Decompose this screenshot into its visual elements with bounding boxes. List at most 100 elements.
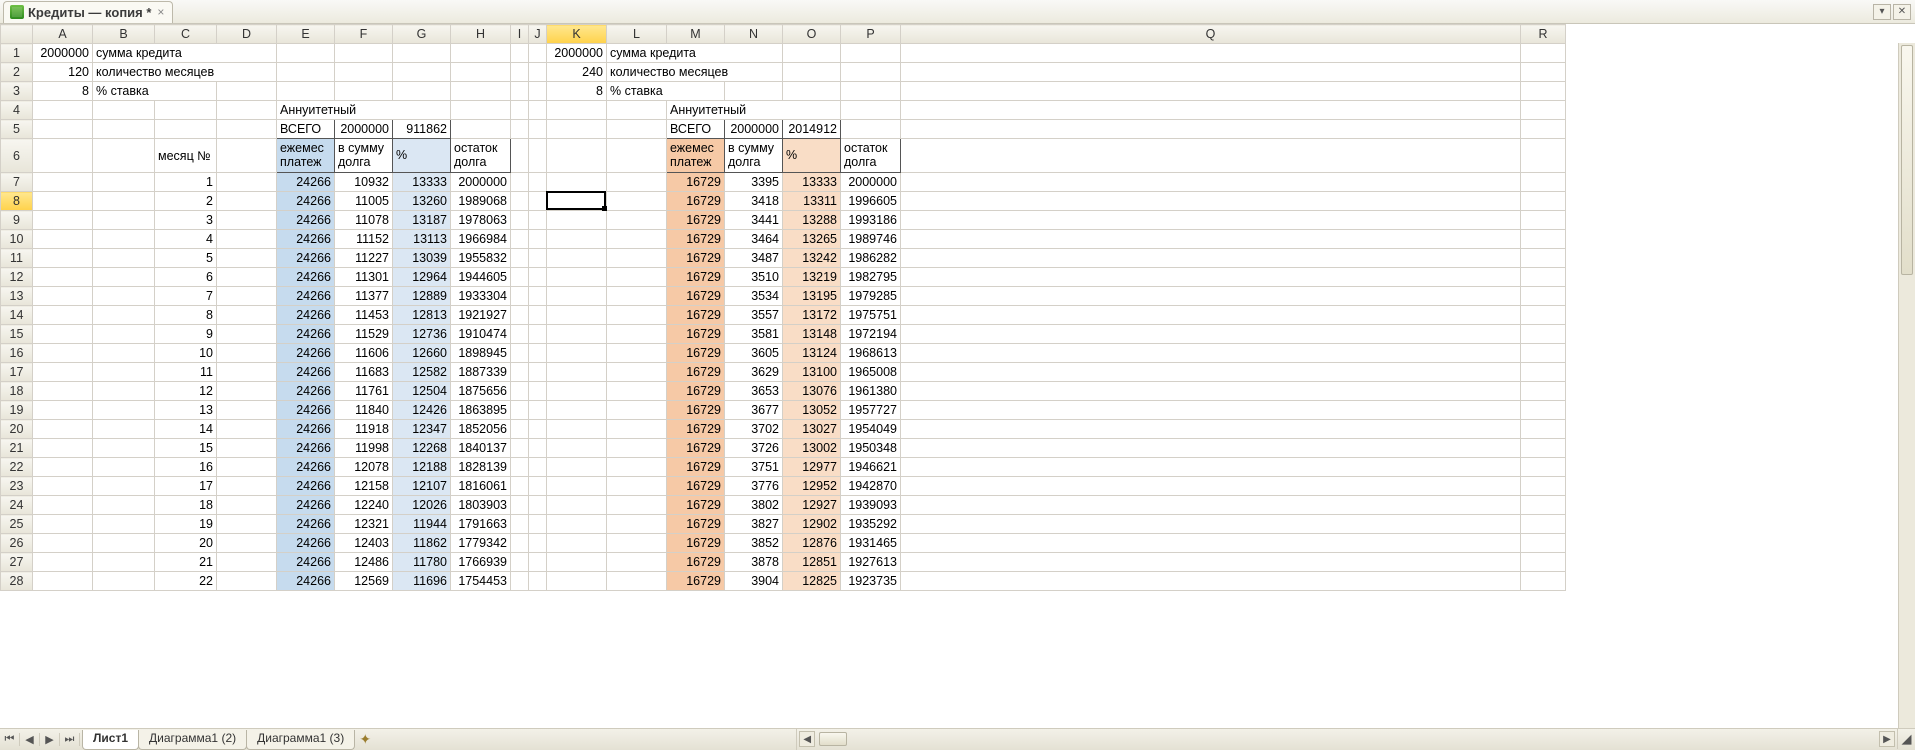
cell-B16[interactable]: [93, 344, 155, 363]
cell-B12[interactable]: [93, 268, 155, 287]
cell-J12[interactable]: [529, 268, 547, 287]
cell-B1[interactable]: сумма кредита: [93, 44, 277, 63]
cell-N20[interactable]: 3702: [725, 420, 783, 439]
sheet-nav-prev-icon[interactable]: ◀: [20, 733, 40, 746]
cell-K17[interactable]: [547, 363, 607, 382]
cell-H2[interactable]: [451, 63, 511, 82]
cell-H11[interactable]: 1955832: [451, 249, 511, 268]
cell-L6[interactable]: [607, 139, 667, 173]
sheet-tab-1[interactable]: Диаграмма1 (2): [138, 730, 247, 750]
cell-G26[interactable]: 11862: [393, 534, 451, 553]
cell-O21[interactable]: 13002: [783, 439, 841, 458]
cell-E7[interactable]: 24266: [277, 173, 335, 192]
cell-D21[interactable]: [217, 439, 277, 458]
cell-N19[interactable]: 3677: [725, 401, 783, 420]
sheet-tab-2[interactable]: Диаграмма1 (3): [246, 730, 355, 750]
cell-C8[interactable]: 2: [155, 192, 217, 211]
cell-Q3[interactable]: [901, 82, 1521, 101]
cell-A18[interactable]: [33, 382, 93, 401]
cell-R17[interactable]: [1521, 363, 1566, 382]
cell-L1[interactable]: сумма кредита: [607, 44, 783, 63]
cell-K11[interactable]: [547, 249, 607, 268]
cell-C11[interactable]: 5: [155, 249, 217, 268]
cell-E3[interactable]: [277, 82, 335, 101]
row-header-25[interactable]: 25: [1, 515, 33, 534]
cell-E20[interactable]: 24266: [277, 420, 335, 439]
cell-P10[interactable]: 1989746: [841, 230, 901, 249]
cell-N3[interactable]: [725, 82, 783, 101]
cell-Q23[interactable]: [901, 477, 1521, 496]
cell-M4[interactable]: Аннуитетный: [667, 101, 841, 120]
cell-L12[interactable]: [607, 268, 667, 287]
cell-M14[interactable]: 16729: [667, 306, 725, 325]
cell-J1[interactable]: [529, 44, 547, 63]
cell-N23[interactable]: 3776: [725, 477, 783, 496]
cell-H21[interactable]: 1840137: [451, 439, 511, 458]
cell-I1[interactable]: [511, 44, 529, 63]
cell-A8[interactable]: [33, 192, 93, 211]
cell-M21[interactable]: 16729: [667, 439, 725, 458]
cell-J17[interactable]: [529, 363, 547, 382]
cell-R2[interactable]: [1521, 63, 1566, 82]
cell-F8[interactable]: 11005: [335, 192, 393, 211]
cell-E25[interactable]: 24266: [277, 515, 335, 534]
row-header-27[interactable]: 27: [1, 553, 33, 572]
cell-grid[interactable]: ABCDEFGHIJKLMNOPQR12000000сумма кредита2…: [0, 24, 1566, 591]
cell-J18[interactable]: [529, 382, 547, 401]
cell-G3[interactable]: [393, 82, 451, 101]
cell-K7[interactable]: [547, 173, 607, 192]
cell-K9[interactable]: [547, 211, 607, 230]
cell-R28[interactable]: [1521, 572, 1566, 591]
cell-A13[interactable]: [33, 287, 93, 306]
cell-N13[interactable]: 3534: [725, 287, 783, 306]
col-header-O[interactable]: O: [783, 25, 841, 44]
cell-J6[interactable]: [529, 139, 547, 173]
cell-L3[interactable]: % ставка: [607, 82, 725, 101]
cell-D8[interactable]: [217, 192, 277, 211]
cell-P19[interactable]: 1957727: [841, 401, 901, 420]
cell-P3[interactable]: [841, 82, 901, 101]
cell-G2[interactable]: [393, 63, 451, 82]
cell-E17[interactable]: 24266: [277, 363, 335, 382]
cell-K3[interactable]: 8: [547, 82, 607, 101]
cell-G20[interactable]: 12347: [393, 420, 451, 439]
cell-B15[interactable]: [93, 325, 155, 344]
cell-C26[interactable]: 20: [155, 534, 217, 553]
cell-P13[interactable]: 1979285: [841, 287, 901, 306]
cell-P26[interactable]: 1931465: [841, 534, 901, 553]
cell-K14[interactable]: [547, 306, 607, 325]
cell-J25[interactable]: [529, 515, 547, 534]
cell-C12[interactable]: 6: [155, 268, 217, 287]
cell-H22[interactable]: 1828139: [451, 458, 511, 477]
col-header-G[interactable]: G: [393, 25, 451, 44]
cell-M11[interactable]: 16729: [667, 249, 725, 268]
cell-R14[interactable]: [1521, 306, 1566, 325]
cell-I12[interactable]: [511, 268, 529, 287]
row-header-20[interactable]: 20: [1, 420, 33, 439]
row-header-1[interactable]: 1: [1, 44, 33, 63]
cell-R10[interactable]: [1521, 230, 1566, 249]
cell-G5[interactable]: 911862: [393, 120, 451, 139]
cell-E23[interactable]: 24266: [277, 477, 335, 496]
cell-F16[interactable]: 11606: [335, 344, 393, 363]
cell-N18[interactable]: 3653: [725, 382, 783, 401]
cell-H7[interactable]: 2000000: [451, 173, 511, 192]
col-header-I[interactable]: I: [511, 25, 529, 44]
cell-C10[interactable]: 4: [155, 230, 217, 249]
cell-R4[interactable]: [1521, 101, 1566, 120]
cell-I22[interactable]: [511, 458, 529, 477]
cell-G9[interactable]: 13187: [393, 211, 451, 230]
cell-L13[interactable]: [607, 287, 667, 306]
cell-P28[interactable]: 1923735: [841, 572, 901, 591]
row-header-7[interactable]: 7: [1, 173, 33, 192]
sheet-nav-next-icon[interactable]: ▶: [40, 733, 60, 746]
cell-J9[interactable]: [529, 211, 547, 230]
cell-N26[interactable]: 3852: [725, 534, 783, 553]
cell-J16[interactable]: [529, 344, 547, 363]
cell-B13[interactable]: [93, 287, 155, 306]
cell-K6[interactable]: [547, 139, 607, 173]
cell-J19[interactable]: [529, 401, 547, 420]
cell-K18[interactable]: [547, 382, 607, 401]
col-header-J[interactable]: J: [529, 25, 547, 44]
cell-H28[interactable]: 1754453: [451, 572, 511, 591]
